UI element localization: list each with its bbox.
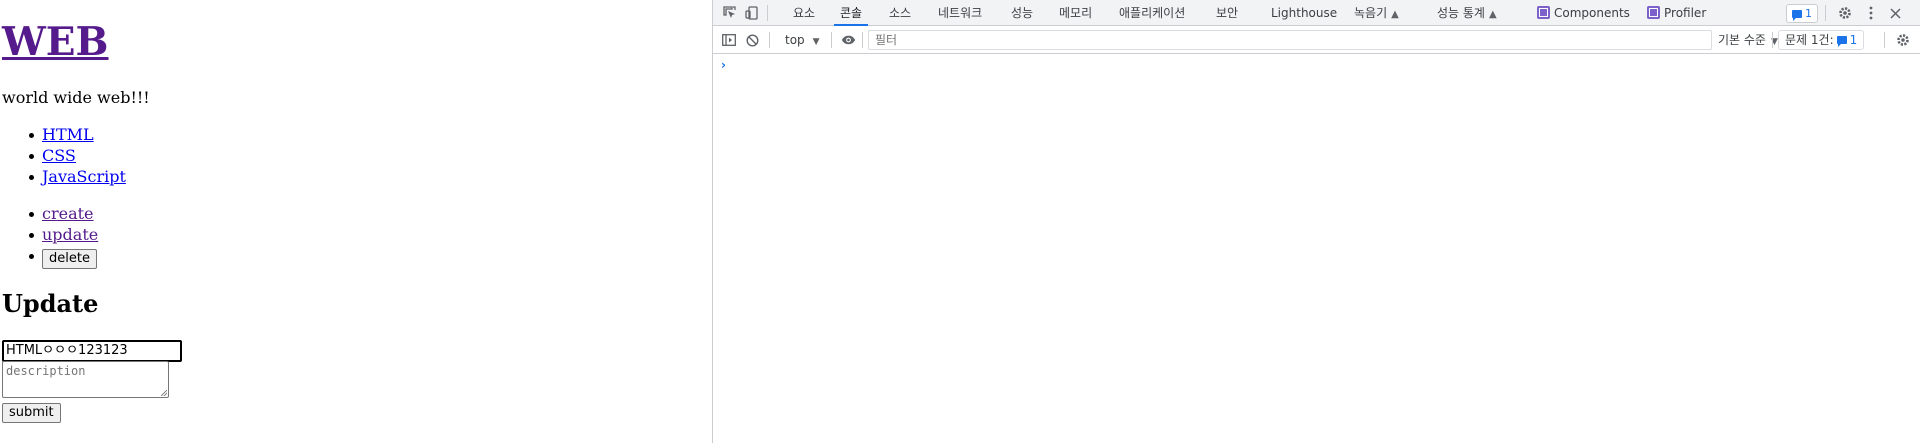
toolbar-divider <box>831 32 832 48</box>
console-output[interactable]: › <box>713 54 1920 443</box>
description-textarea[interactable]: description <box>2 361 169 398</box>
list-item: create <box>28 203 98 224</box>
list-item: HTML <box>29 124 126 145</box>
toolbar-divider <box>1884 32 1885 48</box>
tab-label: 성능 통계 <box>1437 6 1485 20</box>
tab-network[interactable]: 네트워크 <box>938 0 982 25</box>
page-title: WEB <box>2 18 109 66</box>
device-toggle-icon[interactable] <box>744 5 760 21</box>
title-input[interactable]: HTMLㅇㅇㅇ123123 <box>2 340 182 362</box>
tab-label: Profiler <box>1664 6 1707 20</box>
tagline: world wide web!!! <box>2 88 150 107</box>
tab-components[interactable]: Components <box>1537 0 1630 25</box>
console-settings-gear-icon[interactable] <box>1895 32 1911 48</box>
issues-count-value: 1 <box>1849 33 1858 47</box>
topic-link-html[interactable]: HTML <box>42 125 94 144</box>
tab-profiler[interactable]: Profiler <box>1647 0 1706 25</box>
tab-recorder[interactable]: 녹음기 ▲ <box>1354 0 1399 25</box>
list-item: delete <box>28 245 98 269</box>
issues-badge[interactable]: 1 <box>1786 4 1818 23</box>
home-link[interactable]: WEB <box>2 19 109 65</box>
console-prompt-icon: › <box>721 58 726 72</box>
experiment-flask-icon: ▲ <box>1488 9 1497 20</box>
context-value: top <box>785 33 805 47</box>
tab-sources[interactable]: 소스 <box>889 0 911 25</box>
experiment-flask-icon: ▲ <box>1391 9 1399 20</box>
tab-performance-insights[interactable]: 성능 통계 ▲ <box>1437 0 1497 25</box>
clear-console-icon[interactable] <box>744 32 760 48</box>
toolbar-divider <box>1825 5 1826 21</box>
delete-form: delete <box>42 246 97 269</box>
log-levels-select[interactable]: 기본 수준 ▼ <box>1718 31 1778 51</box>
issues-badge-count: 1 <box>1805 7 1812 20</box>
tab-security[interactable]: 보안 <box>1216 0 1238 25</box>
list-item: JavaScript <box>29 166 126 187</box>
chevron-down-icon: ▼ <box>812 37 820 47</box>
tab-lighthouse[interactable]: Lighthouse <box>1271 0 1337 25</box>
tab-application[interactable]: 애플리케이션 <box>1119 0 1185 25</box>
message-icon <box>1836 36 1847 47</box>
list-item: CSS <box>29 145 126 166</box>
tab-performance[interactable]: 성능 <box>1011 0 1033 25</box>
toolbar-divider <box>767 5 768 21</box>
tab-elements[interactable]: 요소 <box>793 0 815 25</box>
toolbar-divider <box>1772 32 1773 48</box>
tab-console[interactable]: 콘솔 <box>833 0 869 26</box>
create-link[interactable]: create <box>42 204 94 223</box>
issues-label: 문제 1건: <box>1785 33 1834 47</box>
delete-button[interactable]: delete <box>42 249 97 269</box>
topic-list: HTML CSS JavaScript <box>0 124 126 187</box>
tab-label: 녹음기 <box>1354 6 1388 20</box>
filter-input[interactable] <box>868 30 1712 50</box>
devtools-tab-bar: 요소 콘솔 소스 네트워크 성능 메모리 애플리케이션 보안 Lighthous… <box>713 0 1920 26</box>
log-levels-value: 기본 수준 <box>1718 33 1766 47</box>
toolbar-divider <box>862 32 863 48</box>
message-icon <box>1792 9 1802 21</box>
console-toolbar: top ▼ 기본 수준▼ 문제 1건: 1 <box>713 26 1920 54</box>
issues-count-button[interactable]: 문제 1건: 1 <box>1778 30 1865 50</box>
control-list: create update delete <box>0 203 98 269</box>
react-devtools-icon <box>1537 6 1550 19</box>
eye-icon[interactable] <box>840 32 856 48</box>
devtools-panel: 요소 콘솔 소스 네트워크 성능 메모리 애플리케이션 보안 Lighthous… <box>713 0 1920 443</box>
update-link[interactable]: update <box>42 225 98 244</box>
page-viewport: WEB world wide web!!! HTML CSS JavaScrip… <box>0 0 712 443</box>
tab-memory[interactable]: 메모리 <box>1059 0 1092 25</box>
toolbar-divider <box>769 32 770 48</box>
topic-link-css[interactable]: CSS <box>42 146 76 165</box>
submit-button[interactable]: submit <box>2 403 61 423</box>
inspect-icon[interactable] <box>722 5 738 21</box>
gear-icon[interactable] <box>1837 5 1853 21</box>
kebab-menu-icon[interactable] <box>1863 5 1879 21</box>
sidebar-toggle-icon[interactable] <box>721 32 737 48</box>
list-item: update <box>28 224 98 245</box>
react-devtools-icon <box>1647 6 1660 19</box>
tab-label: Components <box>1554 6 1630 20</box>
topic-link-javascript[interactable]: JavaScript <box>42 167 126 186</box>
close-icon[interactable] <box>1887 5 1903 21</box>
context-select[interactable]: top ▼ <box>785 31 820 49</box>
form-heading: Update <box>2 289 99 318</box>
